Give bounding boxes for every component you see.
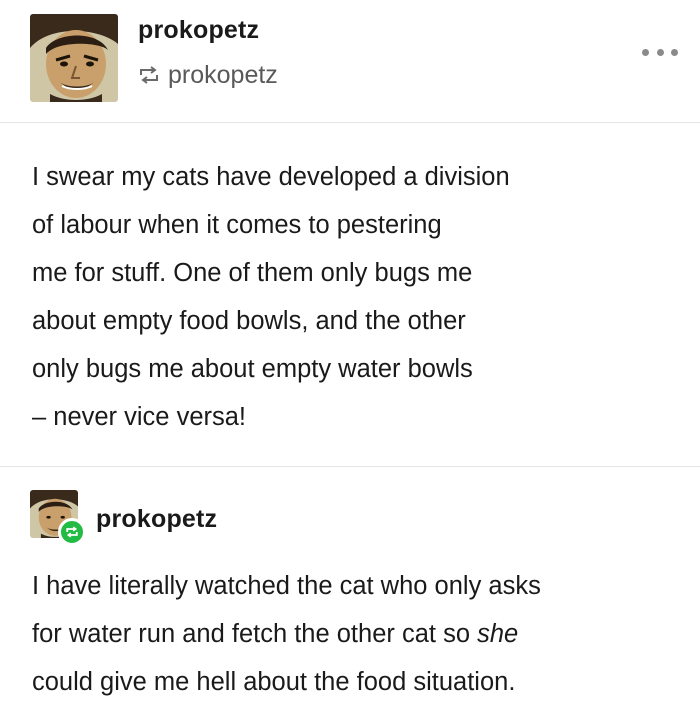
post-header: prokopetz prokopetz <box>0 0 700 122</box>
reply-body-line: for water run and fetch the other cat so… <box>32 610 662 658</box>
reply-body-line: could give me hell about the food situat… <box>32 668 516 696</box>
reply-emphasis: she <box>477 620 519 648</box>
post-body-line: I swear my cats have developed a divisio… <box>32 163 510 191</box>
reply-text: for water run and fetch the other cat so <box>32 620 478 648</box>
post-body-line: about empty food bowls, and the other <box>32 307 466 335</box>
tumblr-post: prokopetz prokopetz I swear my cats have… <box>0 0 700 720</box>
reply-author-username[interactable]: prokopetz <box>96 505 217 534</box>
reblogged-from-username: prokopetz <box>168 60 278 89</box>
divider <box>0 466 700 467</box>
reblogged-from[interactable]: prokopetz <box>138 60 278 90</box>
post-body-line: – never vice versa! <box>32 403 247 431</box>
post-body-line: me for stuff. One of them only bugs me <box>32 259 473 287</box>
more-options-icon[interactable] <box>642 40 678 64</box>
reblog-badge-icon <box>58 518 86 546</box>
reply-body: I have literally watched the cat who onl… <box>32 562 662 706</box>
reply-avatar[interactable] <box>30 490 86 546</box>
avatar[interactable] <box>30 14 118 102</box>
post-body: I swear my cats have developed a divisio… <box>32 153 662 441</box>
reply-body-line: I have literally watched the cat who onl… <box>32 572 541 600</box>
post-body-line: of labour when it comes to pestering <box>32 211 442 239</box>
post-author-username[interactable]: prokopetz <box>138 16 259 45</box>
divider <box>0 122 700 123</box>
reblog-icon <box>138 65 160 85</box>
post-body-line: only bugs me about empty water bowls <box>32 355 473 383</box>
